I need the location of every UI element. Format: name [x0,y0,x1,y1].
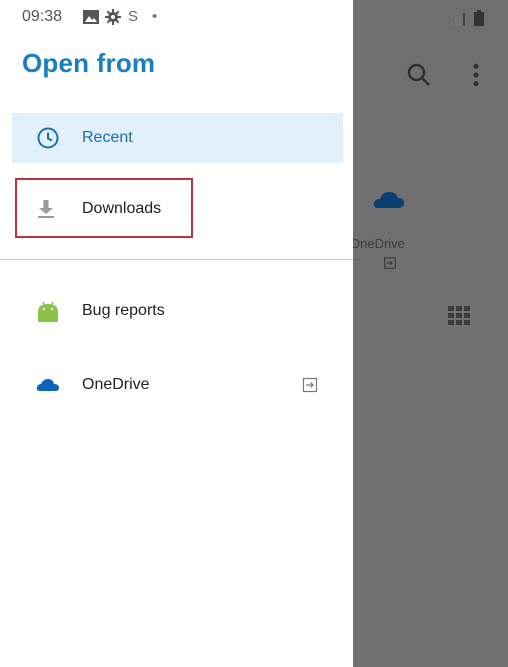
battery-icon [474,10,484,26]
grid-view-icon[interactable] [448,306,470,326]
s-icon: S [128,8,139,25]
sign-in-icon[interactable] [302,377,318,393]
drawer-item-onedrive[interactable]: OneDrive [12,360,343,410]
search-icon[interactable] [404,60,434,90]
drawer-divider [0,259,353,260]
downloads-highlight-box [15,178,193,238]
drawer-item-bug-reports[interactable]: Bug reports [12,286,343,336]
drawer-title: Open from [22,48,156,78]
status-time: 09:38 [22,8,63,25]
clock-icon [37,127,59,149]
settings-icon [105,9,121,25]
navigation-drawer: Open from Recent Downloads Bug reports O… [0,0,353,667]
gallery-icon [83,10,99,24]
dot-icon: • [152,8,158,25]
more-vert-icon[interactable] [466,60,486,90]
onedrive-cloud-icon[interactable] [372,188,406,212]
drawer-item-recent[interactable]: Recent [12,113,343,163]
signal-icon [451,13,465,26]
onedrive-cloud-icon [36,379,59,391]
drawer-item-label: Recent [82,129,133,146]
sign-in-icon [384,257,396,269]
status-bar: 09:38 S • [0,0,508,36]
android-icon [38,301,58,322]
drawer-item-label: Bug reports [82,302,165,319]
background-onedrive-label[interactable]: OneDrive [350,236,405,251]
drawer-item-label: OneDrive [82,376,150,393]
